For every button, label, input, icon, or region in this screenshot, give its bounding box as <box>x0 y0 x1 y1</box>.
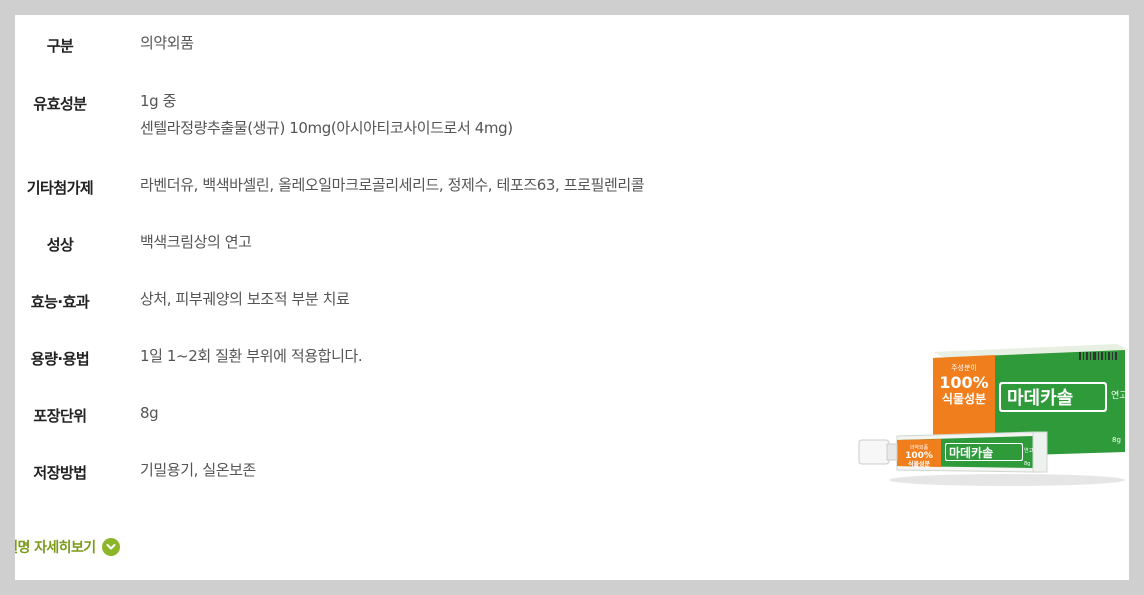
tube-form: 연고 <box>1024 447 1034 454</box>
spec-value-line: 1g 중 <box>140 92 177 110</box>
spec-label: 기타첨가제 <box>26 179 94 197</box>
spec-value: 1일 1~2회 질환 부위에 적용합니다. <box>140 343 363 370</box>
product-info-panel: 구분 의약외품 유효성분 1g 중 센텔라정량추출물(생규) 10mg(아시아티… <box>15 15 1129 580</box>
box-top-text: 주성분이 <box>951 363 977 372</box>
spec-label: 효능·효과 <box>30 293 90 311</box>
spec-label: 유효성분 <box>33 95 87 113</box>
spec-value-line: 백색크림상의 연고 <box>140 233 252 251</box>
box-sub: 식물성분 <box>942 391 986 406</box>
chevron-down-icon <box>101 538 120 556</box>
view-details-label: 품설명 자세히보기 <box>15 540 96 556</box>
spec-value-line: 상처, 피부궤양의 보조적 부분 치료 <box>140 290 350 308</box>
spec-value-line: 8g <box>140 404 159 422</box>
tube-top: 의약외품 <box>910 444 929 451</box>
box-weight: 8g <box>1112 436 1121 444</box>
spec-value: 8g <box>140 400 159 427</box>
spec-label: 구분 <box>46 37 74 55</box>
tube-sub: 식물성분 <box>908 460 931 468</box>
spec-value: 1g 중 센텔라정량추출물(생규) 10mg(아시아티코사이드로서 4mg) <box>140 88 513 142</box>
spec-value: 백색크림상의 연고 <box>140 229 252 256</box>
spec-label: 용량·용법 <box>30 350 90 368</box>
box-brand: 마데카솔 <box>1007 388 1073 409</box>
spec-value-line: 라벤더유, 백색바셀린, 올레오일마크로골리세리드, 정제수, 테포즈63, 프… <box>140 176 645 194</box>
spec-label: 포장단위 <box>33 407 87 425</box>
spec-value: 기밀용기, 실온보존 <box>140 457 256 484</box>
spec-value: 라벤더유, 백색바셀린, 올레오일마크로골리세리드, 정제수, 테포즈63, 프… <box>140 172 645 199</box>
spec-value: 의약외품 <box>140 30 194 57</box>
box-form: 연고 <box>1111 390 1128 401</box>
spec-value: 상처, 피부궤양의 보조적 부분 치료 <box>140 286 350 313</box>
tube-brand: 마데카솔 <box>949 445 993 460</box>
spec-value-line: 기밀용기, 실온보존 <box>140 461 256 479</box>
spec-value-line: 1일 1~2회 질환 부위에 적용합니다. <box>140 347 363 365</box>
spec-value-line: 의약외품 <box>140 34 194 52</box>
spec-label: 성상 <box>46 236 74 254</box>
view-details-link[interactable]: 품설명 자세히보기 <box>15 537 120 557</box>
tube-weight: 8g <box>1024 461 1030 467</box>
box-percent: 100% <box>939 373 988 392</box>
tube-percent: 100% <box>905 451 933 461</box>
spec-label: 저장방법 <box>33 464 87 482</box>
spec-value-line: 센텔라정량추출물(생규) 10mg(아시아티코사이드로서 4mg) <box>140 119 513 137</box>
product-image: 주성분이 100% 식물성분 마데카솔 연고 8g 의약외품 100% 식물성분… <box>857 340 1129 490</box>
